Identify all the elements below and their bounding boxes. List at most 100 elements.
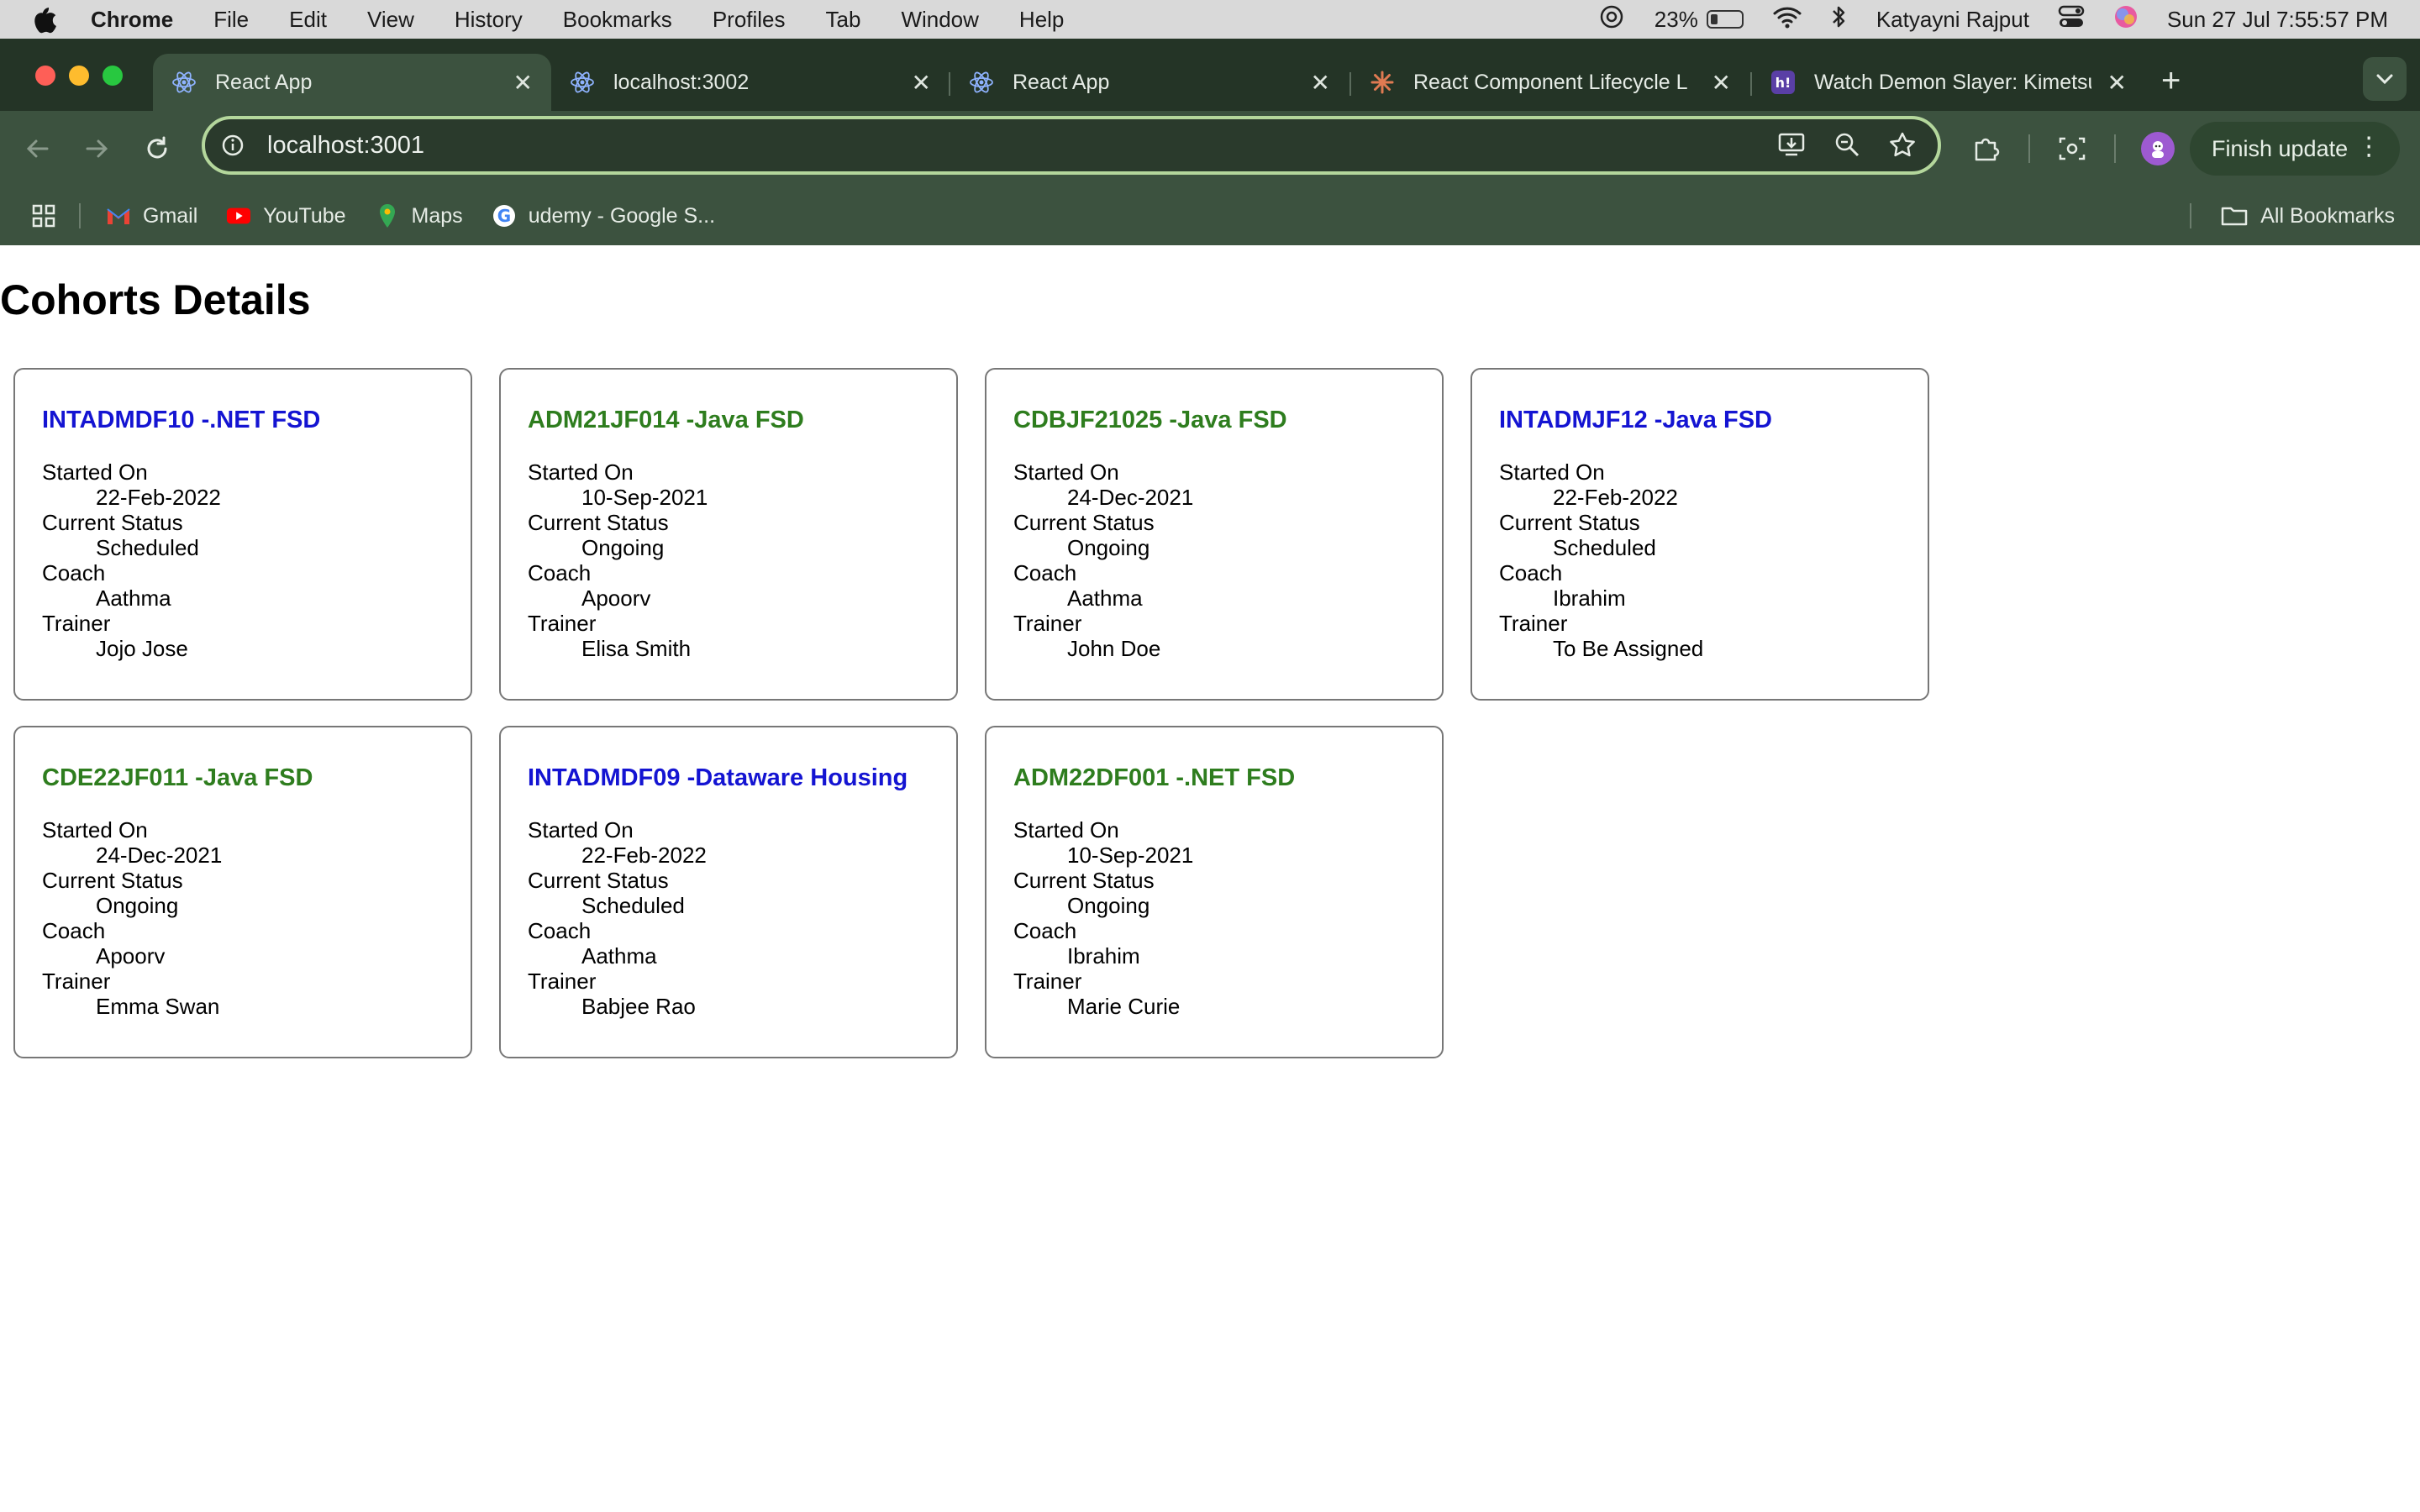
- page-title: Cohorts Details: [0, 276, 311, 323]
- tab-react-app[interactable]: React App ✕: [950, 54, 1349, 111]
- forward-arrow-icon[interactable]: [79, 131, 114, 166]
- field-value-started: 10-Sep-2021: [1067, 843, 1194, 868]
- cohort-card: INTADMDF10 -.NET FSD Started On 22-Feb-202…: [13, 368, 472, 701]
- site-info-icon[interactable]: [220, 133, 245, 158]
- field-label-trainer: Trainer: [1013, 969, 1082, 994]
- bookmark-maps[interactable]: Maps: [375, 203, 463, 228]
- close-tab-icon[interactable]: ✕: [2107, 69, 2127, 97]
- control-center-icon[interactable]: [2058, 4, 2085, 35]
- install-app-icon[interactable]: [1776, 129, 1807, 160]
- menu-app-chrome[interactable]: Chrome: [91, 7, 173, 33]
- field-value-started: 22-Feb-2022: [581, 843, 707, 868]
- cohort-card: INTADMDF09 -Dataware Housing Started On 22…: [499, 726, 958, 1058]
- field-label-trainer: Trainer: [42, 611, 111, 636]
- menu-edit[interactable]: Edit: [289, 7, 327, 33]
- extensions-puzzle-icon[interactable]: [1970, 132, 2003, 165]
- bookmarks-separator: [79, 203, 81, 228]
- url-text[interactable]: localhost:3001: [267, 132, 424, 160]
- field-label-status: Current Status: [42, 510, 183, 535]
- field-label-coach: Coach: [42, 918, 106, 943]
- toolbar-separator: [2028, 134, 2030, 163]
- menu-bookmarks[interactable]: Bookmarks: [563, 7, 672, 33]
- field-value-status: Scheduled: [1553, 535, 1656, 560]
- bookmark-udemy-google-search[interactable]: G udemy - Google S...: [492, 203, 715, 228]
- field-label-status: Current Status: [1013, 510, 1155, 535]
- battery-level-fill: [1710, 14, 1718, 24]
- bluetooth-icon[interactable]: [1831, 4, 1848, 35]
- menu-window[interactable]: Window: [901, 7, 978, 33]
- apple-icon[interactable]: [30, 4, 64, 34]
- field-value-status: Ongoing: [96, 893, 179, 918]
- profile-avatar-icon[interactable]: [2141, 132, 2175, 165]
- tab-demon-slayer[interactable]: h! Watch Demon Slayer: Kimetsu ✕: [1752, 54, 2145, 111]
- battery-status[interactable]: 23%: [1655, 7, 1744, 33]
- new-tab-plus-icon[interactable]: +: [2161, 64, 2181, 97]
- field-label-coach: Coach: [1013, 560, 1077, 585]
- google-icon: G: [492, 203, 517, 228]
- clock[interactable]: Sun 27 Jul 7:55:57 PM: [2167, 7, 2388, 33]
- field-value-status: Ongoing: [1067, 535, 1150, 560]
- tab-localhost-3002[interactable]: localhost:3002 ✕: [551, 54, 950, 111]
- field-label-started: Started On: [528, 817, 634, 843]
- field-label-coach: Coach: [1013, 918, 1077, 943]
- field-value-coach: Aathma: [96, 585, 171, 611]
- chatgpt-icon[interactable]: [1597, 3, 1626, 37]
- close-tab-icon[interactable]: ✕: [513, 69, 533, 97]
- field-label-started: Started On: [1499, 459, 1605, 485]
- screenshot-camera-icon[interactable]: [2055, 132, 2089, 165]
- cohort-name: ADM22DF001 -.NET FSD: [1013, 764, 1296, 791]
- zoom-window-button[interactable]: [103, 66, 123, 86]
- bookmark-label: udemy - Google S...: [528, 203, 716, 228]
- bookmark-gmail[interactable]: Gmail: [106, 203, 197, 228]
- cohort-card: CDBJF21025 -Java FSD Started On 24-Dec-202…: [985, 368, 1444, 701]
- close-tab-icon[interactable]: ✕: [1712, 69, 1731, 97]
- menu-help[interactable]: Help: [1019, 7, 1064, 33]
- status-area: 23% Katyayni Rajput Sun 27 Jul 7:55:57 P…: [1597, 0, 2388, 39]
- field-value-trainer: John Doe: [1067, 636, 1161, 661]
- close-window-button[interactable]: [35, 66, 55, 86]
- battery-percent: 23%: [1654, 6, 1698, 32]
- field-value-started: 24-Dec-2021: [1067, 485, 1194, 510]
- user-name[interactable]: Katyayni Rajput: [1876, 7, 2029, 33]
- maps-pin-icon: [375, 203, 400, 228]
- reload-icon[interactable]: [139, 131, 175, 166]
- all-bookmarks-button[interactable]: All Bookmarks: [2220, 203, 2395, 228]
- tab-react-lifecycle[interactable]: React Component Lifecycle L ✕: [1351, 54, 1749, 111]
- bookmark-label: Gmail: [143, 203, 198, 228]
- menu-tab[interactable]: Tab: [826, 7, 861, 33]
- tab-title: React App: [215, 70, 313, 94]
- apps-grid-icon[interactable]: [30, 202, 57, 229]
- close-tab-icon[interactable]: ✕: [912, 69, 931, 97]
- svg-text:G: G: [497, 206, 510, 226]
- bookmark-youtube[interactable]: YouTube: [226, 203, 346, 228]
- react-icon: [570, 70, 595, 95]
- page-content: Cohorts Details INTADMDF10 -.NET FSD Star…: [0, 245, 2420, 1512]
- field-value-trainer: To Be Assigned: [1553, 636, 1704, 661]
- zoom-icon[interactable]: [1832, 129, 1862, 160]
- bookmark-star-icon[interactable]: [1887, 129, 1918, 160]
- field-label-coach: Coach: [528, 918, 592, 943]
- menu-history[interactable]: History: [455, 7, 523, 33]
- tab-title: Watch Demon Slayer: Kimetsu: [1814, 70, 2091, 94]
- hianime-icon: h!: [1770, 70, 1796, 95]
- field-value-started: 24-Dec-2021: [96, 843, 223, 868]
- tab-search-chevron-down-icon[interactable]: [2363, 57, 2407, 101]
- siri-icon[interactable]: [2113, 4, 2139, 35]
- wifi-icon[interactable]: [1772, 5, 1802, 34]
- tab-react-app-active[interactable]: React App ✕: [153, 54, 551, 111]
- toolbar-separator: [2114, 134, 2116, 163]
- minimize-window-button[interactable]: [69, 66, 89, 86]
- field-label-coach: Coach: [528, 560, 592, 585]
- field-label-status: Current Status: [42, 868, 183, 893]
- close-tab-icon[interactable]: ✕: [1311, 69, 1330, 97]
- menu-profiles[interactable]: Profiles: [713, 7, 786, 33]
- cohort-card: ADM21JF014 -Java FSD Started On 10-Sep-202…: [499, 368, 958, 701]
- finish-update-button[interactable]: Finish update ⋮: [2190, 122, 2401, 176]
- claude-icon: [1370, 70, 1395, 95]
- cohort-name: ADM21JF014 -Java FSD: [528, 407, 804, 433]
- back-arrow-icon[interactable]: [20, 131, 55, 166]
- address-bar[interactable]: localhost:3001: [202, 116, 1941, 175]
- kebab-menu-icon[interactable]: ⋮: [2356, 134, 2381, 160]
- menu-file[interactable]: File: [213, 7, 249, 33]
- menu-view[interactable]: View: [367, 7, 414, 33]
